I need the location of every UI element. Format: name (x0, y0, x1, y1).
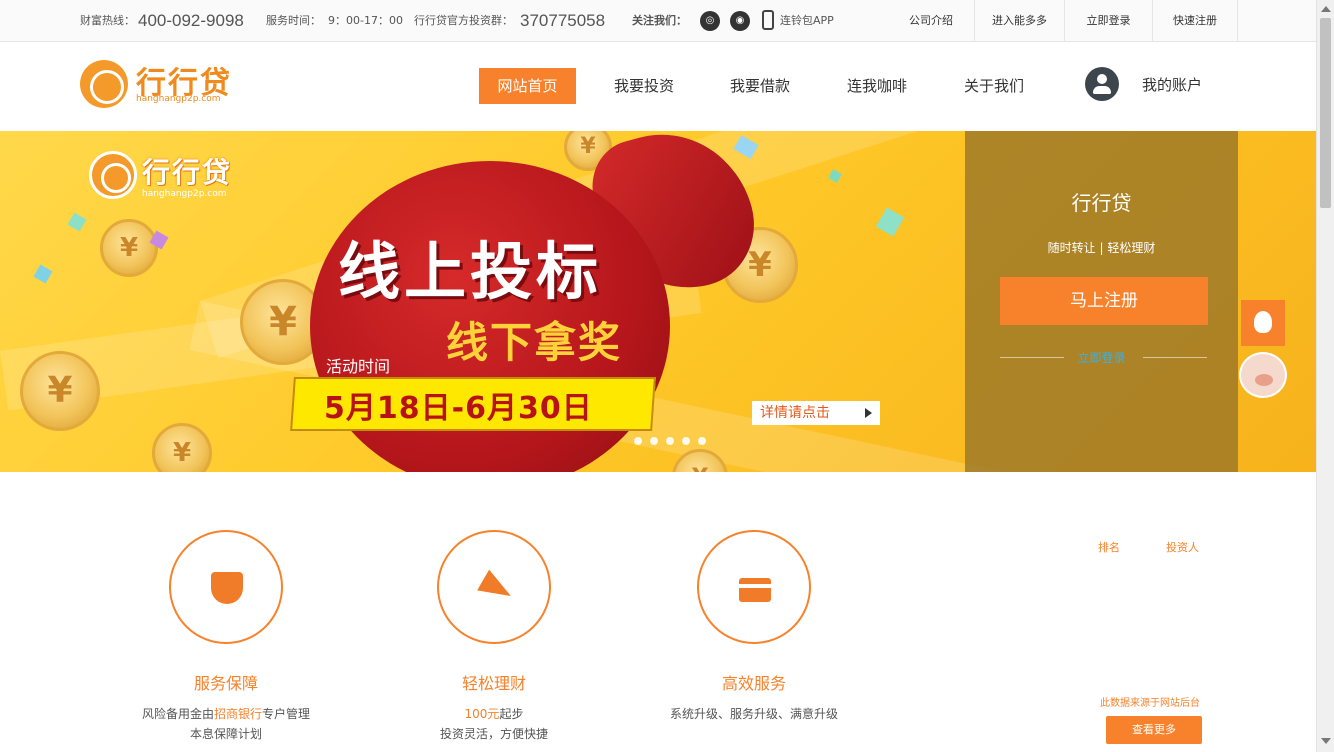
feature-desc-line: 本息保障计划 (189, 727, 262, 741)
quick-register-panel: 行行贷 随时转让 | 轻松理财 马上注册 立即登录 (965, 131, 1238, 472)
nav-coffee[interactable]: 连我咖啡 (833, 68, 921, 104)
slide-dot[interactable] (698, 437, 706, 445)
hotline-number: 400-092-9098 (138, 11, 244, 30)
feature-title: 轻松理财 (461, 674, 526, 693)
play-arrow-icon (865, 408, 872, 418)
shield-icon (211, 572, 243, 604)
confetti-shape (67, 212, 87, 232)
coin-icon: ¥ (20, 351, 100, 431)
nav-home[interactable]: 网站首页 (479, 68, 576, 104)
banner-subheadline: 线下拿奖 (446, 318, 623, 367)
rank-column-header: 排名 (1098, 541, 1120, 554)
desc-text: 专户管理 (262, 707, 311, 721)
qq-service-icon[interactable] (1241, 300, 1285, 346)
confetti-shape (33, 264, 53, 284)
feature-circle-guarantee (169, 530, 283, 644)
logo-domain: hanghangp2p.com (136, 94, 221, 104)
service-time-label: 服务时间： (266, 14, 321, 27)
user-avatar-icon[interactable] (1085, 67, 1119, 101)
feature-circle-efficient (697, 530, 811, 644)
activity-dates: 5月18日-6月30日 (324, 391, 593, 426)
feature-desc-line: 投资灵活，方便快捷 (439, 727, 548, 741)
panel-subtitle: 随时转让 | 轻松理财 (1047, 241, 1156, 255)
feature-desc-line: 风险备用金由招商银行专户管理 (96, 705, 356, 722)
enter-nengduoduo-link[interactable]: 进入能多多 (974, 0, 1064, 42)
nav-borrow[interactable]: 我要借款 (716, 68, 804, 104)
coin-icon: ¥ (100, 219, 158, 277)
banner-headline: 线上投标 (338, 235, 603, 308)
slide-dot[interactable] (682, 437, 690, 445)
hotline-label: 财富热线： (80, 14, 135, 27)
confetti-shape (875, 207, 905, 237)
my-account-link[interactable]: 我的账户 (1142, 74, 1202, 95)
banner-logo-text: 行行贷 (142, 156, 233, 189)
desc-highlight: 招商银行 (213, 707, 262, 721)
banner-detail-button[interactable]: 详情请点击 (752, 401, 880, 425)
coin-icon: ¥ (152, 423, 212, 472)
quick-register-link[interactable]: 快速注册 (1152, 0, 1238, 42)
feature-circle-easy-invest (437, 530, 551, 644)
company-intro-link[interactable]: 公司介绍 (888, 0, 974, 42)
slide-dot[interactable] (650, 437, 658, 445)
promo-banner[interactable]: ¥ ¥ ¥ ¥ ¥ ¥ ¥ 行行贷 hanghangp2p.com 线上投标 线… (0, 131, 1316, 472)
feature-desc-line: 系统升级、服务升级、满意升级 (624, 705, 884, 722)
slide-dot[interactable] (666, 437, 674, 445)
logo-icon[interactable] (80, 60, 128, 108)
follow-us-label: 关注我们： (632, 14, 687, 27)
feature-desc-line: 100元起步 (364, 705, 624, 722)
scroll-up-arrow-icon[interactable] (1321, 6, 1331, 12)
feature-title: 高效服务 (721, 674, 786, 693)
slide-dot[interactable] (634, 437, 642, 445)
nav-invest[interactable]: 我要投资 (600, 68, 688, 104)
detail-button-label: 详情请点击 (760, 405, 830, 421)
login-link[interactable]: 立即登录 (1064, 0, 1152, 42)
desc-text: 系统升级、服务升级、满意升级 (669, 707, 838, 721)
banner-logo-domain: hanghangp2p.com (142, 189, 227, 199)
paper-plane-icon (477, 569, 517, 607)
activity-time-label: 活动时间 (326, 357, 391, 376)
nav-about[interactable]: 关于我们 (950, 68, 1038, 104)
page-scrollbar[interactable] (1316, 0, 1334, 752)
feature-title: 服务保障 (193, 674, 258, 693)
weibo-icon[interactable]: ◉ (730, 11, 750, 31)
mobile-phone-icon[interactable] (762, 10, 774, 30)
desc-text: 风险备用金由 (141, 707, 214, 721)
banner-logo-icon (89, 151, 137, 199)
view-more-button[interactable]: 查看更多 (1106, 716, 1202, 744)
wechat-icon[interactable]: ◎ (700, 11, 720, 31)
panel-title: 行行贷 (1071, 191, 1132, 215)
investor-column-header: 投资人 (1166, 541, 1199, 554)
qq-group-number: 370775058 (520, 11, 606, 30)
top-bar: 财富热线： 400-092-9098 服务时间： 9：00-17：00 行行贷官… (0, 0, 1316, 42)
service-time: 9：00-17：00 (328, 14, 403, 27)
desc-highlight: 100元 (464, 707, 500, 721)
confetti-shape (828, 169, 842, 183)
pig-mascot-icon[interactable] (1239, 352, 1287, 398)
desc-text: 起步 (499, 707, 524, 721)
scroll-thumb[interactable] (1320, 18, 1331, 208)
card-icon (739, 578, 771, 602)
panel-login-link[interactable]: 立即登录 (965, 349, 1238, 366)
scroll-down-arrow-icon[interactable] (1321, 738, 1331, 744)
qq-group-label: 行行贷官方投资群： (414, 14, 513, 27)
data-source-note: 此数据来源于网站后台 (1100, 698, 1200, 709)
register-now-button[interactable]: 马上注册 (1000, 277, 1208, 325)
app-link[interactable]: 连铃包APP (780, 0, 834, 42)
